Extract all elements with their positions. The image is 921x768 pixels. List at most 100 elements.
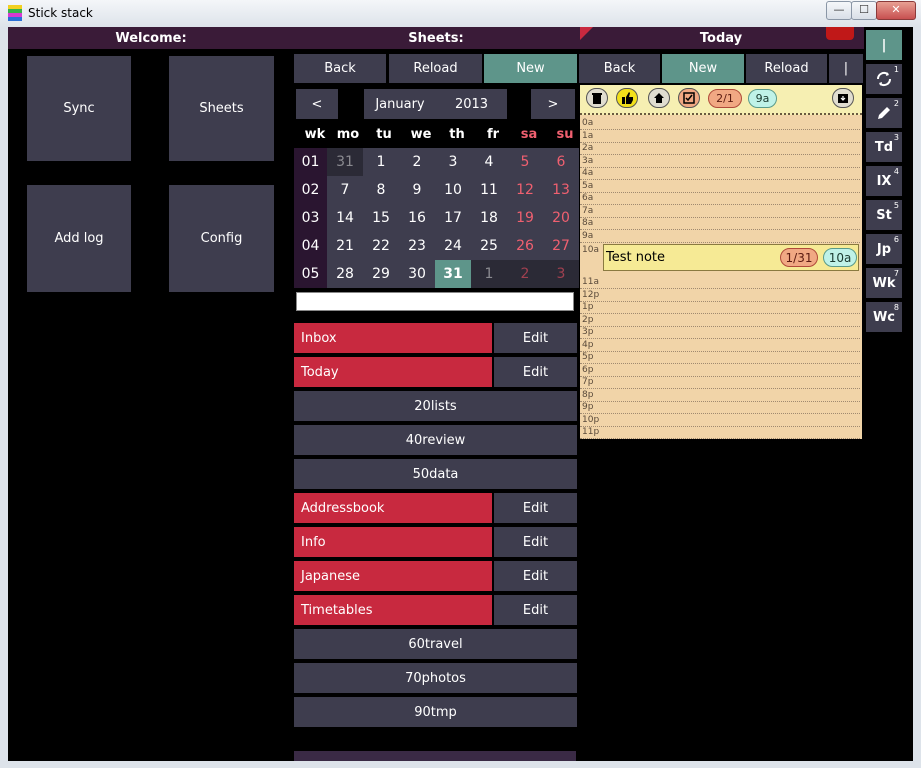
calendar-day[interactable]: 2	[399, 148, 435, 176]
month-selector[interactable]: January	[364, 89, 436, 119]
calendar-day[interactable]: 18	[471, 204, 507, 232]
add-log-tile[interactable]: Add log	[27, 185, 131, 292]
hour-slot[interactable]: 7p	[580, 377, 860, 389]
sheet-edit-button[interactable]: Edit	[494, 357, 577, 387]
st-button[interactable]: St 5	[866, 200, 902, 230]
pipe-button[interactable]: |	[866, 30, 902, 60]
pencil-icon[interactable]: 2	[866, 98, 902, 128]
hour-slot[interactable]: 5p	[580, 352, 860, 364]
calendar-day[interactable]: 29	[363, 260, 399, 288]
ix-button[interactable]: IX 4	[866, 166, 902, 196]
hour-slot[interactable]: 1a	[580, 131, 860, 143]
calendar-day[interactable]: 12	[507, 176, 543, 204]
calendar-day[interactable]: 16	[399, 204, 435, 232]
sheet-edit-button[interactable]: Edit	[494, 595, 577, 625]
sheets-new-button[interactable]: New	[484, 54, 577, 83]
next-month-button[interactable]: >	[531, 89, 575, 119]
sheet-search-input[interactable]	[296, 292, 574, 311]
calendar-day[interactable]: 28	[327, 260, 363, 288]
sheet-item[interactable]: 40review	[294, 425, 577, 455]
calendar-day[interactable]: 31	[327, 148, 363, 176]
sheet-edit-button[interactable]: Edit	[494, 561, 577, 591]
sheet-item[interactable]: Today	[294, 357, 492, 387]
hour-slot[interactable]: 7a	[580, 206, 860, 218]
hour-slot[interactable]: 11a	[580, 277, 860, 289]
calendar-day[interactable]: 8	[363, 176, 399, 204]
calendar-day[interactable]: 14	[327, 204, 363, 232]
calendar-day[interactable]: 30	[399, 260, 435, 288]
calendar-day[interactable]: 25	[471, 232, 507, 260]
calendar-day[interactable]: 7	[327, 176, 363, 204]
trash-icon[interactable]	[586, 88, 608, 108]
hour-slot[interactable]: 4a	[580, 168, 860, 180]
calendar-day[interactable]: 20	[543, 204, 579, 232]
sheet-edit-button[interactable]: Edit	[494, 323, 577, 353]
calendar-day[interactable]: 4	[471, 148, 507, 176]
calendar-day[interactable]: 1	[471, 260, 507, 288]
calendar-day[interactable]: 22	[363, 232, 399, 260]
minimize-button[interactable]: —	[826, 1, 852, 20]
sheet-item[interactable]: Timetables	[294, 595, 492, 625]
maximize-button[interactable]: ☐	[851, 1, 877, 20]
sheets-tile[interactable]: Sheets	[169, 56, 274, 161]
calendar-day[interactable]: 19	[507, 204, 543, 232]
sheets-reload-button[interactable]: Reload	[389, 54, 482, 83]
hour-slot[interactable]: 4p	[580, 340, 860, 352]
calendar-day[interactable]: 24	[435, 232, 471, 260]
time-pill[interactable]: 9a	[748, 89, 777, 108]
calendar-day[interactable]: 10	[435, 176, 471, 204]
sheet-item[interactable]: Addressbook	[294, 493, 492, 523]
sheet-item[interactable]: 20lists	[294, 391, 577, 421]
sync-icon[interactable]: 1	[866, 64, 902, 94]
sheet-item[interactable]: 50data	[294, 459, 577, 489]
close-button[interactable]: ✕	[876, 1, 916, 20]
week-number[interactable]: 05	[294, 260, 327, 288]
calendar-day[interactable]: 23	[399, 232, 435, 260]
hour-slot[interactable]: 11p	[580, 427, 860, 439]
home-icon[interactable]	[648, 88, 670, 108]
thumbs-up-icon[interactable]	[616, 88, 638, 108]
sheet-item[interactable]: 70photos	[294, 663, 577, 693]
hour-slot[interactable]: 2p	[580, 315, 860, 327]
td-button[interactable]: Td 3	[866, 132, 902, 162]
hour-slot[interactable]: 1p	[580, 302, 860, 314]
year-selector[interactable]: 2013	[436, 89, 507, 119]
calendar-day[interactable]: 27	[543, 232, 579, 260]
hour-slot[interactable]: 8a	[580, 218, 860, 230]
today-reload-button[interactable]: Reload	[746, 54, 827, 83]
sheet-item[interactable]: Info	[294, 527, 492, 557]
calendar-day[interactable]: 9	[399, 176, 435, 204]
sheet-item[interactable]: 90tmp	[294, 697, 577, 727]
sheets-back-button[interactable]: Back	[294, 54, 386, 83]
hour-slot[interactable]: 9a	[580, 231, 860, 243]
wc-button[interactable]: Wc 8	[866, 302, 902, 332]
sheet-edit-button[interactable]: Edit	[494, 493, 577, 523]
calendar-day[interactable]: 3	[435, 148, 471, 176]
week-number[interactable]: 02	[294, 176, 327, 204]
calendar-day[interactable]: 15	[363, 204, 399, 232]
calendar-day[interactable]: 17	[435, 204, 471, 232]
calendar-day[interactable]: 5	[507, 148, 543, 176]
note-card[interactable]: Test note 1/31 10a	[603, 244, 859, 271]
hour-slot[interactable]: 8p	[580, 390, 860, 402]
sync-tile[interactable]: Sync	[27, 56, 131, 161]
hour-slot[interactable]: 5a	[580, 181, 860, 193]
calendar-day[interactable]: 6	[543, 148, 579, 176]
hour-slot[interactable]: 9p	[580, 402, 860, 414]
calendar-day[interactable]: 21	[327, 232, 363, 260]
prev-month-button[interactable]: <	[296, 89, 338, 119]
week-number[interactable]: 03	[294, 204, 327, 232]
calendar-day[interactable]: 3	[543, 260, 579, 288]
today-new-button[interactable]: New	[662, 54, 744, 83]
today-pipe-button[interactable]: |	[829, 54, 863, 83]
hour-slot[interactable]: 0a	[580, 118, 860, 130]
hour-slot[interactable]: 6p	[580, 365, 860, 377]
calendar-day[interactable]: 13	[543, 176, 579, 204]
hour-slot[interactable]: 3p	[580, 327, 860, 339]
sheet-item[interactable]: Inbox	[294, 323, 492, 353]
today-back-button[interactable]: Back	[579, 54, 660, 83]
calendar-day[interactable]: 2	[507, 260, 543, 288]
calendar-day[interactable]: 26	[507, 232, 543, 260]
calendar-day[interactable]: 11	[471, 176, 507, 204]
calendar-day[interactable]: 31	[435, 260, 471, 288]
